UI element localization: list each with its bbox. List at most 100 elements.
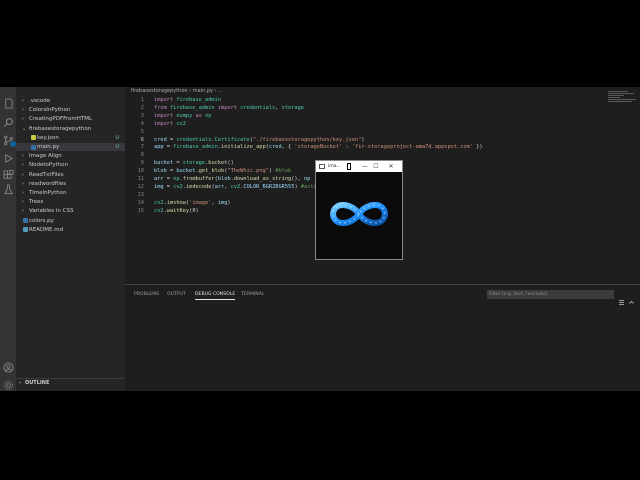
mouse-cursor-icon (347, 163, 351, 170)
chevron-down-icon: ⌄ (22, 125, 27, 132)
run-debug-icon[interactable] (2, 152, 14, 164)
code-token: = (173, 160, 183, 167)
outline-label: OUTLINE (25, 380, 50, 386)
tree-item[interactable]: ⌄ firebasestoragepython (16, 125, 125, 133)
code-token: firebase_admin (169, 104, 215, 111)
code-token: import (154, 112, 174, 119)
code-token: = (163, 144, 174, 151)
code-text: from firebase_admin import credentials, … (154, 104, 304, 112)
code-token: bucket (154, 160, 174, 167)
code-line[interactable]: 6 cred = credentials.Certificate("./fireb… (125, 136, 605, 144)
tree-item[interactable]: › Variables in CSS (16, 207, 125, 215)
minimize-button[interactable]: — (360, 161, 370, 172)
source-control-icon[interactable] (2, 134, 16, 147)
code-token: #blob (275, 168, 292, 175)
chevron-right-icon: › (22, 107, 24, 114)
code-token: = (163, 176, 174, 182)
code-text: arr = np.frombuffer(blob.download_as_str… (154, 175, 310, 183)
code-token: initialize_app (221, 144, 266, 151)
code-token: imshow (166, 199, 186, 206)
tree-item[interactable]: › Image Align (16, 152, 125, 160)
json-file-icon (31, 135, 36, 141)
tab-problems[interactable]: PROBLEMS (134, 292, 159, 297)
line-number: 5 (140, 128, 144, 135)
code-token: storage (182, 160, 206, 167)
explorer-icon[interactable] (2, 97, 14, 109)
breadcrumb[interactable]: firebasestoragepython › main.py › ... (131, 87, 223, 95)
code-line[interactable]: 3 import numpy as np (125, 112, 605, 120)
image-window-titlebar[interactable]: ima... — ☐ ✕ (316, 161, 402, 172)
code-token: cv2 (230, 183, 241, 190)
close-button[interactable]: ✕ (386, 161, 396, 172)
code-text: cv2.imshow('image', img) (154, 199, 231, 207)
extensions-icon[interactable] (2, 169, 14, 181)
code-token: from (154, 104, 167, 111)
tree-item[interactable]: colors.py (16, 217, 125, 225)
tree-item[interactable]: › Trees (16, 198, 125, 206)
tree-item-label: Trees (29, 199, 44, 206)
code-token: cv2 (173, 183, 183, 190)
tree-item-label: CreatingPDFFromHTML (29, 116, 93, 123)
code-line[interactable]: 4 import cv2 (125, 120, 605, 128)
tab-debug-console[interactable]: DEBUG CONSOLE (195, 292, 236, 300)
tree-item-label: key.json (37, 134, 59, 141)
image-preview-window[interactable]: ima... — ☐ ✕ (315, 160, 403, 260)
git-status-badge: U (115, 144, 119, 150)
maximize-button[interactable]: ☐ (371, 161, 381, 172)
testing-flask-icon[interactable] (2, 183, 14, 195)
tree-item-label: colors.py (29, 217, 54, 224)
code-token: get_blob (198, 168, 225, 175)
code-token: arr (214, 183, 225, 190)
code-line[interactable]: 8 (125, 151, 605, 159)
code-text: import firebase_admin (154, 96, 221, 104)
tree-item[interactable]: README.md (16, 226, 125, 234)
code-token: import (154, 97, 174, 103)
chevron-right-icon: › (22, 98, 24, 104)
tree-item-label: TimeInPython (29, 190, 67, 196)
code-line[interactable]: 7 app = firebase_admin.initialize_app(cre… (125, 143, 605, 151)
code-token: np (205, 112, 212, 119)
chevron-right-icon: › (22, 208, 24, 215)
account-icon[interactable] (2, 361, 14, 373)
code-token: , { (281, 144, 295, 151)
minimap[interactable] (608, 91, 638, 111)
tab-terminal[interactable]: TERMINAL (241, 292, 264, 297)
code-token: cred (268, 144, 282, 151)
settings-gear-icon[interactable] (2, 379, 14, 391)
tree-item-label: .vscode (29, 98, 51, 104)
tree-item[interactable]: main.py U (16, 143, 125, 151)
code-token: 'fir-storageproject-ama7d.appspot.com' (351, 144, 474, 151)
code-token: import (154, 120, 174, 127)
tree-item[interactable]: › ColorsInPython (16, 106, 125, 114)
outline-section[interactable]: › OUTLINE (16, 378, 125, 388)
code-text: blob = bucket.get_blob("TheWhic.png") #b… (154, 167, 291, 175)
tree-item[interactable]: › CreatingPDFFromHTML (16, 115, 125, 123)
code-text: cred = credentials.Certificate("./fireba… (154, 136, 365, 144)
tree-item[interactable]: › .vscode (16, 97, 125, 105)
code-token: app (154, 144, 164, 151)
code-token: COLOR_BGR2BGR555 (243, 183, 295, 190)
code-line[interactable]: 2 from firebase_admin import credentials,… (125, 104, 605, 112)
code-token: }) (473, 144, 483, 151)
code-token: img (217, 199, 228, 206)
code-line[interactable]: 1 import firebase_admin (125, 96, 605, 104)
code-token: = (166, 168, 177, 175)
debug-filter-input[interactable]: Filter (e.g. text, !exclude) (487, 290, 614, 299)
search-icon[interactable] (2, 116, 14, 128)
code-token: np (303, 176, 311, 182)
line-number: 11 (137, 176, 144, 182)
activity-bar (0, 87, 16, 391)
code-token: "./firebasestoragepython/key.json" (252, 136, 362, 143)
tree-item[interactable]: › TimeInPython (16, 189, 125, 197)
tree-item[interactable]: › NodetoPython (16, 161, 125, 169)
tree-item[interactable]: › readwordfiles (16, 180, 125, 188)
code-line[interactable]: 5 (125, 128, 605, 136)
chevron-up-icon[interactable] (628, 291, 635, 304)
chevron-right-icon: › (22, 162, 24, 169)
tree-item[interactable]: › ReadTxtFiles (16, 171, 125, 179)
tree-item-label: NodetoPython (29, 162, 68, 169)
tab-output[interactable]: OUTPUT (167, 292, 186, 297)
tree-item[interactable]: key.json U (16, 134, 125, 142)
list-icon[interactable] (618, 291, 625, 305)
explorer-sidebar: › .vscode › ColorsInPython › CreatingPDFFromH… (16, 87, 125, 391)
